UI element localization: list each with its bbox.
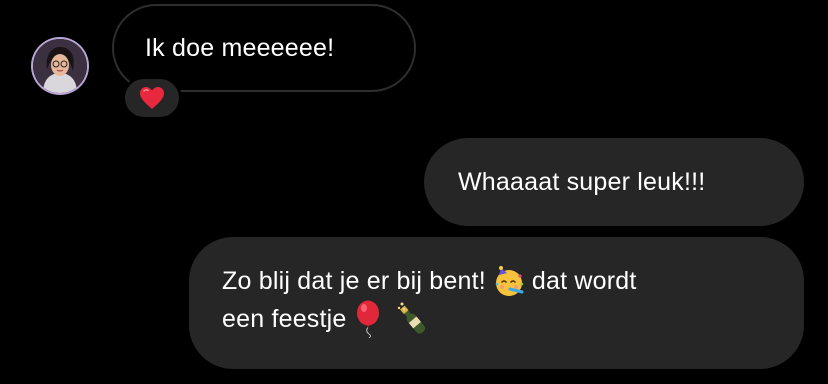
message-text-segment: Zo blij dat je er bij bent! [222,267,486,295]
balloon-emoji-icon [353,300,383,338]
partying-face-emoji-icon [492,264,526,298]
outgoing-message-bubble[interactable]: Zo blij dat je er bij bent! dat wordt ee… [189,237,804,369]
outgoing-message-bubble[interactable]: Whaaaat super leuk!!! [424,138,804,226]
message-text-segment: een feestje [222,305,347,333]
outgoing-message-text: Whaaaat super leuk!!! [458,167,706,196]
champagne-bottle-emoji-icon [395,300,429,338]
message-line: een feestje [222,300,774,338]
message-reaction[interactable] [122,76,182,120]
avatar-photo-icon [33,39,87,93]
message-text-segment: dat wordt [531,267,637,295]
contact-avatar[interactable] [33,39,87,93]
heart-emoji-icon [140,87,164,109]
message-line: Zo blij dat je er bij bent! dat wordt [222,262,774,300]
incoming-message-text: Ik doe meeeeee! [145,33,335,62]
